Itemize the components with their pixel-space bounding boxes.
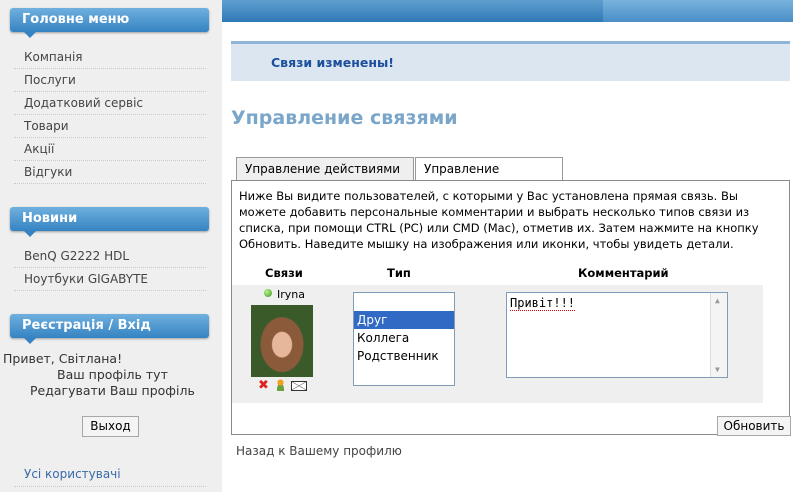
message-icon[interactable] [291, 381, 307, 391]
scroll-down-icon[interactable]: ▼ [715, 365, 720, 374]
avatar[interactable] [251, 305, 313, 377]
success-alert: Связи изменены! [231, 41, 790, 81]
tab-actions[interactable]: Управление действиями (0) [236, 157, 414, 198]
page-title: Управление связями [231, 107, 458, 129]
connection-type-select[interactable]: Друг Коллега Родственник [353, 292, 455, 386]
type-option-relative[interactable]: Родственник [354, 347, 454, 365]
divider [14, 486, 206, 487]
scroll-up-icon[interactable]: ▲ [715, 296, 720, 305]
type-option[interactable] [354, 293, 454, 311]
news-item[interactable]: BenQ G2222 HDL [14, 245, 206, 268]
column-header-connections: Связи [265, 266, 303, 280]
description-text: Ниже Вы видите пользователей, с которыми… [239, 189, 759, 251]
back-to-profile-link[interactable]: Назад к Вашему профилю [236, 444, 402, 458]
user-name[interactable]: Iryna [277, 288, 305, 301]
profile-link[interactable]: Ваш профіль тут [57, 367, 168, 382]
comment-textarea[interactable]: Привіт!!! ▲ ▼ [506, 292, 728, 378]
comment-text: Привіт!!! [510, 296, 576, 311]
news-list: BenQ G2222 HDL Ноутбуки GIGABYTE [14, 245, 206, 291]
news-item[interactable]: Ноутбуки GIGABYTE [14, 268, 206, 291]
greeting-text: Привет, Світлана! [3, 351, 123, 366]
online-status-icon [264, 289, 272, 297]
all-users-link[interactable]: Усі користувачі [24, 467, 121, 481]
connections-panel: Ниже Вы видите пользователей, с которыми… [231, 180, 791, 436]
user-profile-icon[interactable] [275, 379, 286, 391]
type-option-friend[interactable]: Друг [354, 311, 454, 329]
tab-connections[interactable]: Управление связями [415, 157, 563, 198]
menu-item-services[interactable]: Послуги [14, 69, 206, 92]
main-menu-header: Головне меню [10, 8, 209, 38]
scrollbar[interactable]: ▲ ▼ [710, 293, 727, 377]
sidebar: Головне меню Компанія Послуги Додатковий… [0, 0, 222, 492]
menu-item-reviews[interactable]: Відгуки [14, 161, 206, 184]
connection-row: Iryna ✖ Друг Коллега Родственник Привіт!… [232, 285, 763, 403]
menu-item-products[interactable]: Товари [14, 115, 206, 138]
column-header-comment: Комментарий [578, 266, 669, 280]
menu-item-extra-service[interactable]: Додатковий сервіс [14, 92, 206, 115]
menu-item-company[interactable]: Компанія [14, 46, 206, 69]
menu-item-promotions[interactable]: Акції [14, 138, 206, 161]
news-header: Новини [10, 207, 209, 237]
delete-icon[interactable]: ✖ [258, 379, 269, 392]
edit-profile-link[interactable]: Редагувати Ваш профіль [30, 383, 195, 398]
main-menu-list: Компанія Послуги Додатковий сервіс Товар… [14, 46, 206, 184]
alert-message: Связи изменены! [271, 55, 394, 70]
update-button[interactable]: Обновить [717, 416, 791, 436]
column-header-type: Тип [387, 266, 411, 280]
type-option-colleague[interactable]: Коллега [354, 329, 454, 347]
logout-button[interactable]: Выход [82, 416, 139, 437]
auth-header: Реєстрація / Вхід [10, 314, 209, 344]
